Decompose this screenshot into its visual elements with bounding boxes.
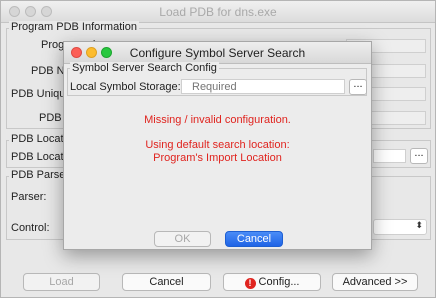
parser-label: Parser: (11, 191, 47, 203)
config-button-label: Config... (258, 276, 300, 288)
ok-button[interactable]: OK (154, 231, 211, 247)
control-select[interactable]: ⬍ (373, 219, 427, 235)
local-storage-browse-button[interactable]: ... (349, 79, 367, 95)
dialog-cancel-button[interactable]: Cancel (225, 231, 283, 247)
pdb-location-field[interactable] (373, 149, 406, 163)
pdb-parser-group-title: PDB Parser (9, 169, 72, 181)
window-titlebar: Load PDB for dns.exe (1, 1, 435, 23)
configure-symbol-server-dialog: Configure Symbol Server Search Symbol Se… (63, 41, 372, 250)
advanced-button[interactable]: Advanced >> (332, 273, 418, 291)
chevron-updown-icon: ⬍ (415, 220, 423, 230)
warning-icon: ! (244, 278, 256, 289)
import-location-message: Program's Import Location (153, 152, 282, 164)
local-storage-label: Local Symbol Storage: (70, 81, 181, 93)
pdb-location-browse-button[interactable]: ... (410, 148, 428, 164)
program-pdb-group-title: Program PDB Information (9, 21, 139, 33)
control-label: Control: (11, 222, 50, 234)
load-button[interactable]: Load (23, 273, 100, 291)
config-button[interactable]: ! Config... (223, 273, 321, 291)
error-message: Missing / invalid configuration. (144, 114, 291, 126)
dialog-title: Configure Symbol Server Search (129, 46, 306, 60)
default-location-message: Using default search location: (145, 139, 290, 151)
cancel-button[interactable]: Cancel (122, 273, 211, 291)
dialog-titlebar: Configure Symbol Server Search (64, 42, 371, 64)
window-title: Load PDB for dns.exe (159, 5, 277, 19)
local-storage-input[interactable] (181, 79, 345, 94)
symbol-server-config-group-title: Symbol Server Search Config (70, 62, 219, 74)
